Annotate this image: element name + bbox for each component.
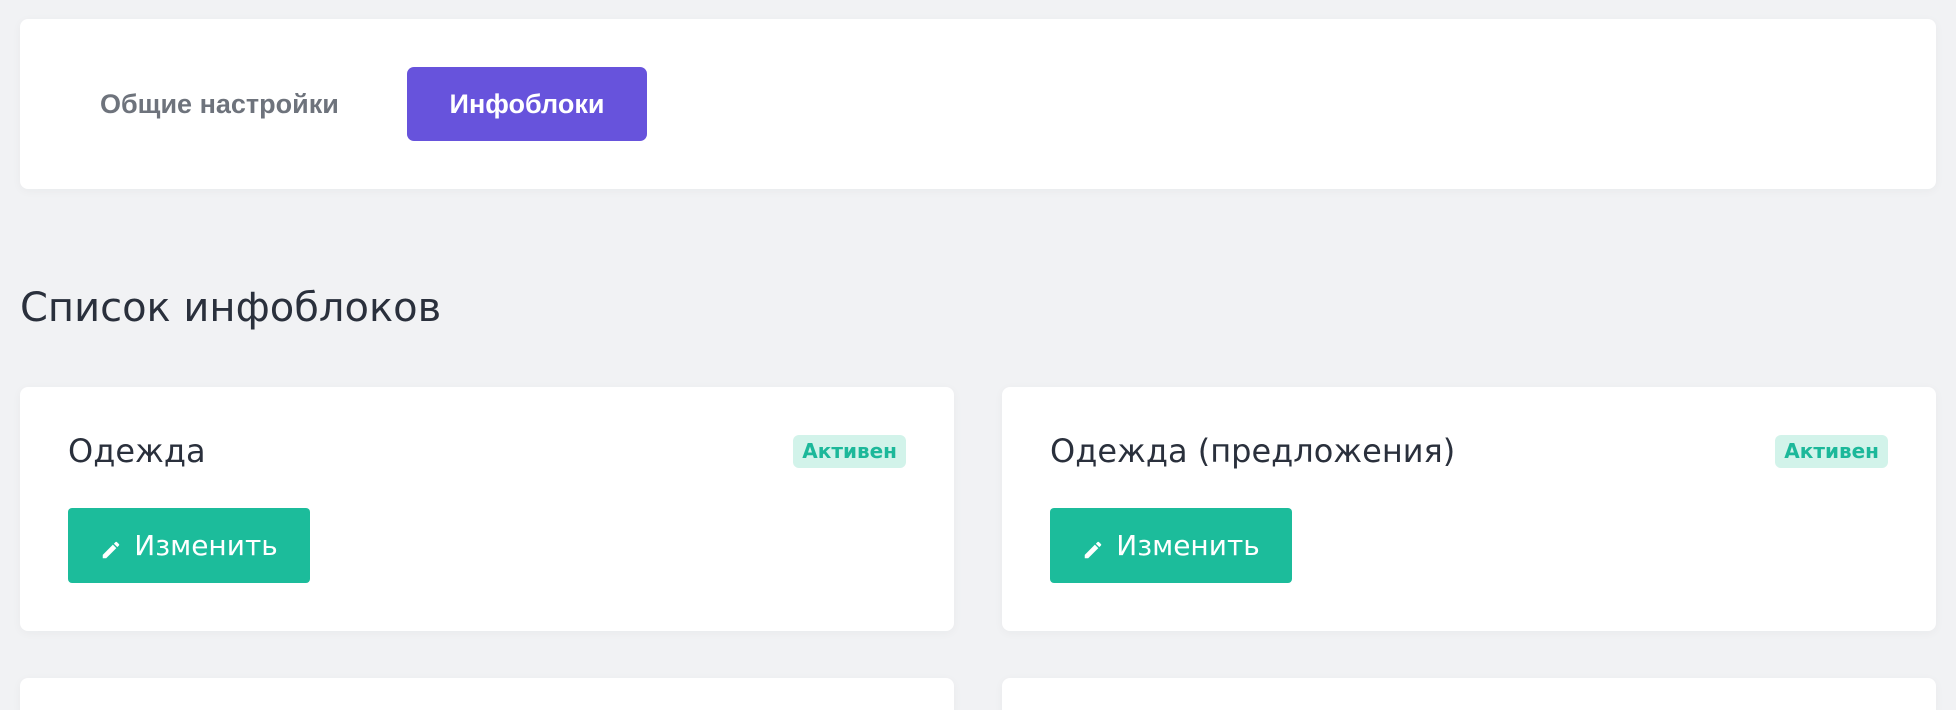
- edit-button[interactable]: Изменить: [68, 508, 310, 583]
- status-badge: Активен: [793, 435, 906, 468]
- page: Общие настройки Инфоблоки Список инфобло…: [0, 0, 1956, 710]
- tab-infoblocks[interactable]: Инфоблоки: [407, 67, 647, 141]
- pencil-icon: [100, 535, 122, 558]
- infoblock-card: [20, 678, 954, 710]
- infoblock-card: Одежда (предложения) Активен Изменить: [1002, 387, 1936, 631]
- infoblock-name: Одежда (предложения): [1050, 432, 1456, 470]
- edit-button-label: Изменить: [134, 529, 278, 562]
- infoblock-card: Одежда Активен Изменить: [20, 387, 954, 631]
- edit-button-label: Изменить: [1116, 529, 1260, 562]
- pencil-icon: [1082, 535, 1104, 558]
- tab-general-settings[interactable]: Общие настройки: [100, 67, 400, 141]
- status-badge: Активен: [1775, 435, 1888, 468]
- edit-button[interactable]: Изменить: [1050, 508, 1292, 583]
- infoblock-name: Одежда: [68, 432, 206, 470]
- tabs-panel: Общие настройки Инфоблоки: [20, 19, 1936, 189]
- infoblock-card: [1002, 678, 1936, 710]
- section-title: Список инфоблоков: [20, 285, 442, 331]
